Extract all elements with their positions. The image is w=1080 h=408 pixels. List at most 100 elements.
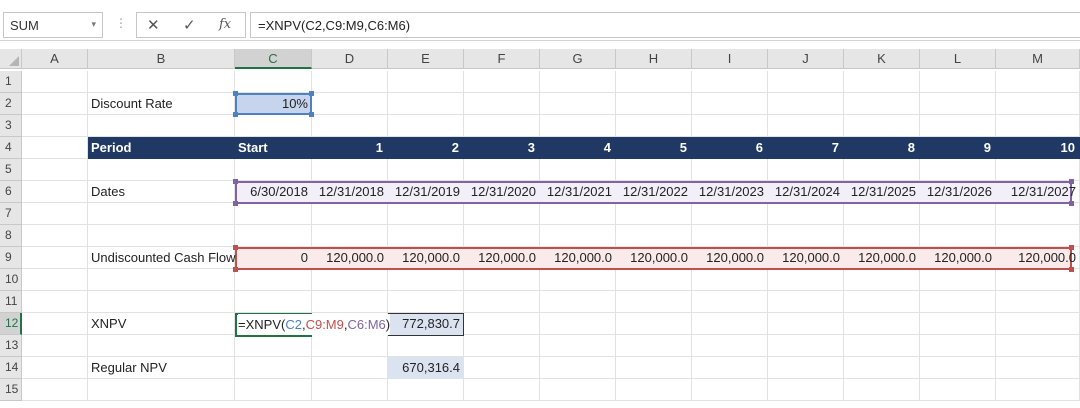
grid-cell[interactable] <box>464 71 540 93</box>
grid-cell[interactable] <box>88 225 235 247</box>
date-cell[interactable]: 12/31/2027 <box>996 181 1080 203</box>
cashflow-cell[interactable]: 120,000.0 <box>692 247 768 269</box>
grid-cell[interactable] <box>540 379 616 401</box>
grid-cell[interactable] <box>388 335 464 357</box>
range-handle[interactable] <box>233 267 238 272</box>
grid-cell[interactable] <box>920 313 996 335</box>
grid-cell[interactable] <box>920 93 996 115</box>
column-header[interactable]: C <box>235 49 312 69</box>
column-header[interactable]: B <box>88 49 235 69</box>
grid-cell[interactable] <box>540 203 616 225</box>
grid-cell[interactable] <box>464 203 540 225</box>
grid-cell[interactable] <box>235 71 312 93</box>
range-handle[interactable] <box>233 245 238 250</box>
grid-cell[interactable] <box>768 225 844 247</box>
grid-cell[interactable] <box>768 313 844 335</box>
column-header[interactable]: F <box>464 49 540 69</box>
grid-cell[interactable] <box>540 71 616 93</box>
grid-cell[interactable] <box>312 159 388 181</box>
npv-value[interactable]: 670,316.4 <box>388 357 464 379</box>
grid-cell[interactable] <box>692 115 768 137</box>
grid-cell[interactable] <box>920 203 996 225</box>
grid-cell[interactable] <box>692 335 768 357</box>
range-handle[interactable] <box>233 91 238 96</box>
discount-rate-value[interactable]: 10% <box>235 93 312 115</box>
insert-function-icon[interactable]: fx <box>219 17 231 32</box>
grid-cell[interactable] <box>920 379 996 401</box>
grid-cell[interactable] <box>616 379 692 401</box>
row-header[interactable]: 5 <box>0 159 22 181</box>
enter-icon[interactable]: ✓ <box>183 16 196 34</box>
grid-cell[interactable] <box>464 357 540 379</box>
grid-cell[interactable] <box>616 313 692 335</box>
grid-cell[interactable] <box>996 225 1080 247</box>
grid-cell[interactable] <box>844 115 920 137</box>
grid-cell[interactable] <box>464 379 540 401</box>
column-header[interactable]: H <box>616 49 692 69</box>
grid-cell[interactable] <box>616 357 692 379</box>
row-header[interactable]: 3 <box>0 115 22 137</box>
grid-cell[interactable] <box>996 71 1080 93</box>
grid-cell[interactable] <box>388 115 464 137</box>
formula-input[interactable]: =XNPV(C2,C9:M9,C6:M6) <box>250 12 1080 38</box>
date-cell[interactable]: 12/31/2019 <box>388 181 464 203</box>
grid-cell[interactable] <box>540 93 616 115</box>
grid-cell[interactable] <box>616 203 692 225</box>
grid-cell[interactable] <box>844 313 920 335</box>
grid-cell[interactable] <box>692 379 768 401</box>
drag-handle-icon[interactable]: ⋮ <box>115 16 127 30</box>
grid-cell[interactable] <box>616 115 692 137</box>
grid-cell[interactable] <box>692 357 768 379</box>
range-handle[interactable] <box>309 91 314 96</box>
date-cell[interactable]: 12/31/2024 <box>768 181 844 203</box>
grid-cell[interactable] <box>22 291 88 313</box>
range-handle[interactable] <box>1069 267 1074 272</box>
grid-cell[interactable] <box>235 159 312 181</box>
grid-cell[interactable] <box>22 225 88 247</box>
grid-cell[interactable] <box>22 357 88 379</box>
cashflow-cell[interactable]: 120,000.0 <box>388 247 464 269</box>
grid-cell[interactable] <box>920 269 996 291</box>
grid-cell[interactable] <box>22 181 88 203</box>
grid-cell[interactable] <box>540 335 616 357</box>
row-header[interactable]: 9 <box>0 247 22 269</box>
grid-cell[interactable] <box>920 291 996 313</box>
grid-cell[interactable] <box>768 269 844 291</box>
date-cell[interactable]: 12/31/2021 <box>540 181 616 203</box>
grid-cell[interactable] <box>388 291 464 313</box>
column-header[interactable]: M <box>996 49 1080 69</box>
chevron-down-icon[interactable]: ▾ <box>91 19 96 30</box>
range-handle[interactable] <box>1069 179 1074 184</box>
column-header[interactable]: L <box>920 49 996 69</box>
grid-cell[interactable] <box>616 93 692 115</box>
grid-cell[interactable] <box>312 93 388 115</box>
grid-cell[interactable] <box>996 379 1080 401</box>
grid-cell[interactable] <box>844 203 920 225</box>
grid-cell[interactable] <box>22 335 88 357</box>
grid-cell[interactable] <box>616 291 692 313</box>
grid-cell[interactable] <box>920 225 996 247</box>
column-header[interactable]: K <box>844 49 920 69</box>
grid-cell[interactable] <box>692 203 768 225</box>
date-cell[interactable]: 6/30/2018 <box>235 181 312 203</box>
grid-cell[interactable] <box>388 93 464 115</box>
grid-cell[interactable] <box>616 335 692 357</box>
grid-cell[interactable] <box>312 291 388 313</box>
grid-cell[interactable] <box>540 225 616 247</box>
cashflow-cell[interactable]: 120,000.0 <box>844 247 920 269</box>
row-header[interactable]: 2 <box>0 93 22 115</box>
grid-cell[interactable] <box>996 335 1080 357</box>
grid-cell[interactable] <box>692 291 768 313</box>
column-header[interactable]: J <box>768 49 844 69</box>
range-handle[interactable] <box>233 201 238 206</box>
grid-cell[interactable] <box>388 225 464 247</box>
grid-cell[interactable] <box>616 225 692 247</box>
grid-cell[interactable] <box>844 291 920 313</box>
column-header[interactable]: I <box>692 49 768 69</box>
grid-cell[interactable] <box>388 379 464 401</box>
grid-cell[interactable] <box>996 291 1080 313</box>
column-header[interactable]: D <box>312 49 388 69</box>
grid-cell[interactable] <box>768 379 844 401</box>
grid-cell[interactable] <box>235 115 312 137</box>
grid-cell[interactable] <box>312 71 388 93</box>
